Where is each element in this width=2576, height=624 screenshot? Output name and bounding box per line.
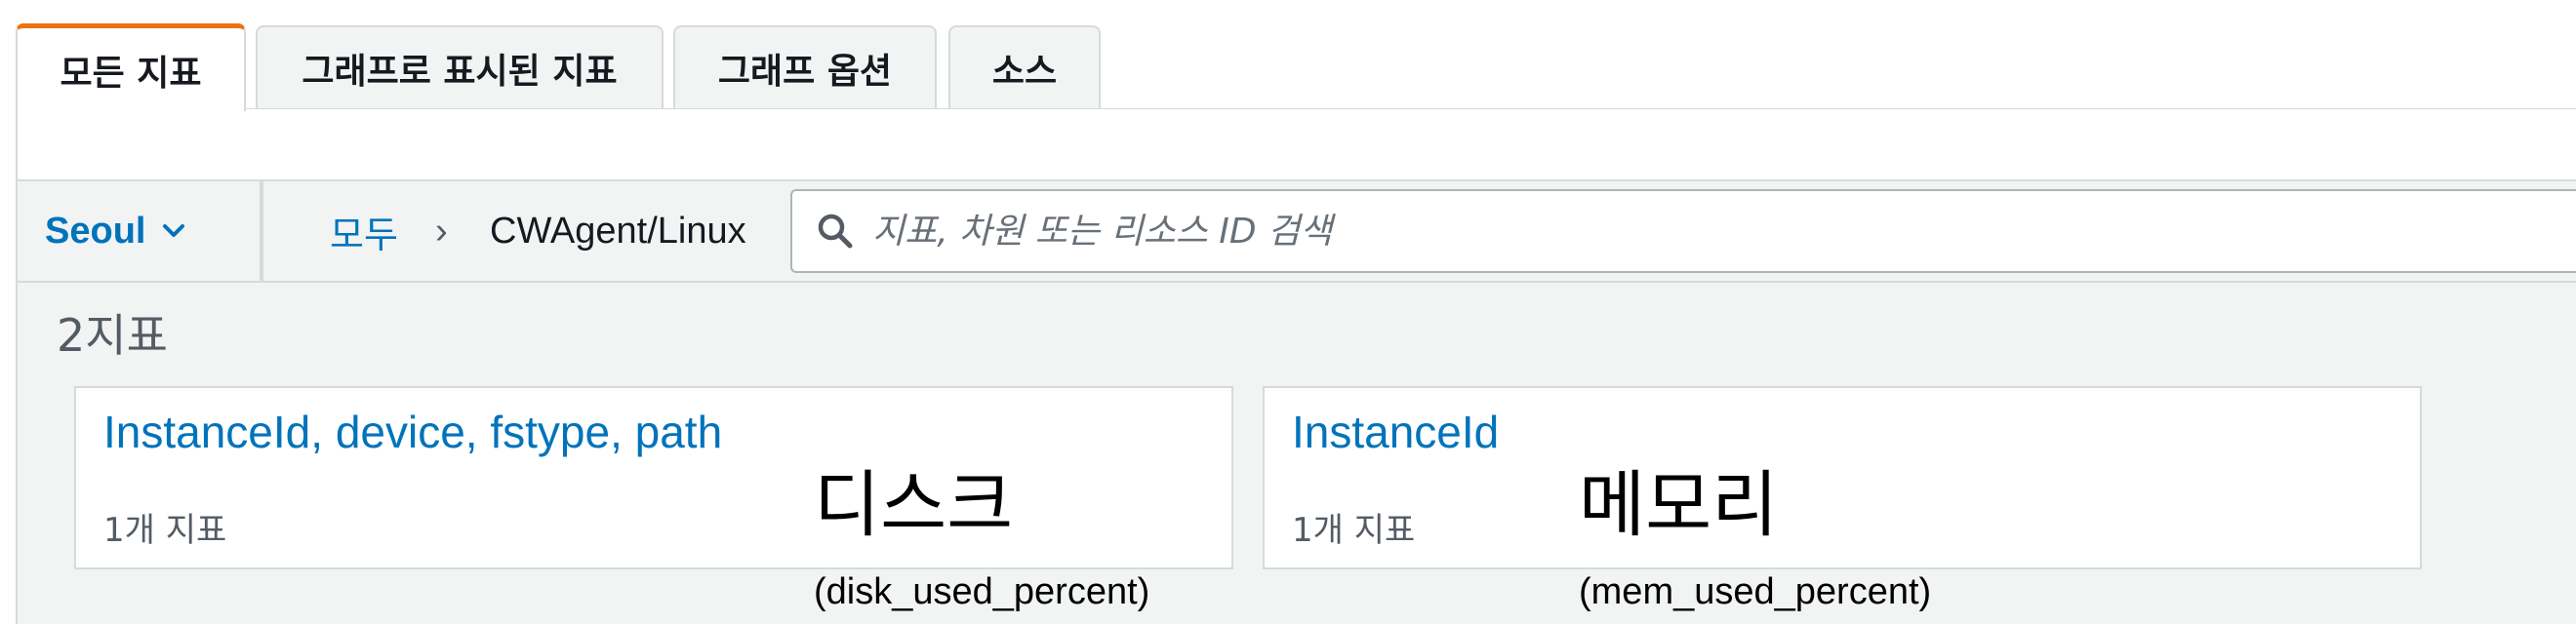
tab-all-metrics[interactable]: 모든 지표 bbox=[16, 23, 246, 111]
tab-graph-options[interactable]: 그래프 옵션 bbox=[673, 25, 937, 109]
metric-count: 2지표 bbox=[57, 309, 168, 362]
dimension-card-memory[interactable]: InstanceId 1개 지표 bbox=[1263, 386, 2422, 569]
annotation-memory: 메모리 bbox=[1579, 463, 1779, 547]
dimension-card-count: 1개 지표 bbox=[103, 511, 227, 550]
tab-panel: Seoul 모두 › CWAgent/Linux 2지표 InstanceId,… bbox=[16, 109, 2576, 624]
search-box[interactable] bbox=[790, 189, 2576, 273]
breadcrumb-all[interactable]: 모두 bbox=[330, 181, 398, 281]
breadcrumb-separator: › bbox=[435, 210, 448, 252]
chevron-down-icon bbox=[163, 224, 185, 237]
metrics-toolbar: Seoul 모두 › CWAgent/Linux bbox=[18, 179, 2576, 283]
toolbar-divider bbox=[260, 181, 263, 281]
search-icon bbox=[818, 214, 853, 249]
search-input[interactable] bbox=[872, 202, 2531, 260]
breadcrumb-current: CWAgent/Linux bbox=[490, 210, 746, 252]
annotation-disk-metric: (disk_used_percent) bbox=[814, 571, 1150, 612]
metrics-browser: 모든 지표 그래프로 표시된 지표 그래프 옵션 소스 Seoul 모두 › C… bbox=[16, 23, 2576, 624]
tab-graphed-metrics[interactable]: 그래프로 표시된 지표 bbox=[256, 25, 664, 109]
region-label: Seoul bbox=[45, 210, 146, 252]
tab-source[interactable]: 소스 bbox=[948, 25, 1101, 109]
annotation-memory-metric: (mem_used_percent) bbox=[1579, 571, 1932, 612]
dimension-card-title[interactable]: InstanceId bbox=[1292, 406, 1499, 458]
dimension-card-disk[interactable]: InstanceId, device, fstype, path 1개 지표 bbox=[74, 386, 1233, 569]
results-area: 2지표 InstanceId, device, fstype, path 1개 … bbox=[18, 283, 2576, 624]
dimension-card-count: 1개 지표 bbox=[1292, 511, 1416, 550]
tab-bar: 모든 지표 그래프로 표시된 지표 그래프 옵션 소스 bbox=[16, 23, 2576, 111]
region-selector[interactable]: Seoul bbox=[18, 181, 260, 281]
annotation-disk: 디스크 bbox=[814, 463, 1014, 547]
dimension-card-title[interactable]: InstanceId, device, fstype, path bbox=[103, 406, 722, 458]
